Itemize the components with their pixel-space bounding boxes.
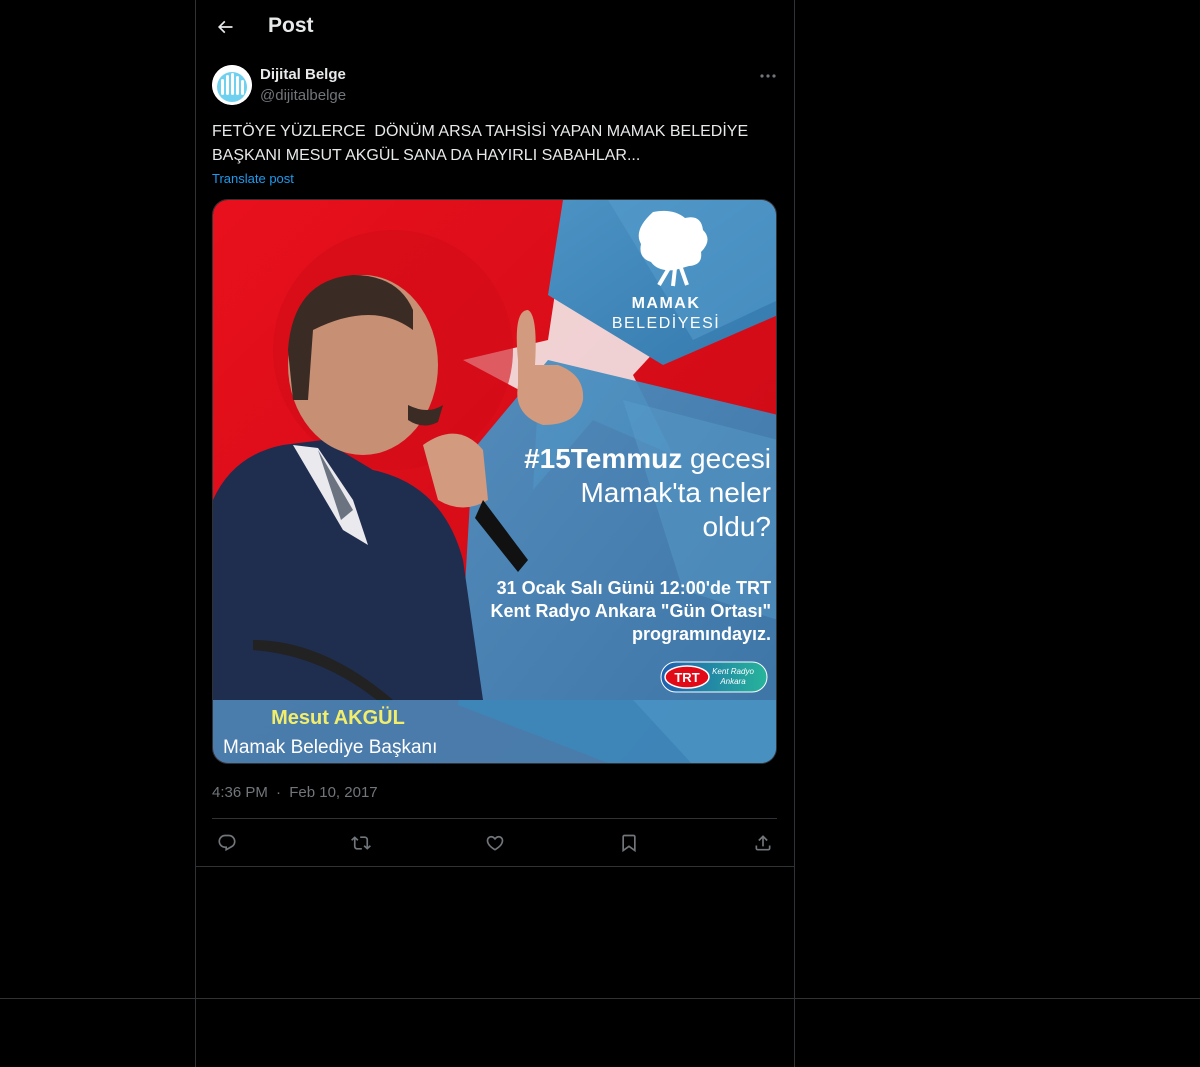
- share-icon: [755, 835, 771, 851]
- post-image-graphic: MAMAK BELEDİYESİ #15Temmuz gecesi Mamak'…: [213, 200, 776, 763]
- main-column-right-border: [794, 0, 795, 1067]
- like-button[interactable]: [480, 828, 510, 858]
- reply-button[interactable]: [212, 828, 242, 858]
- headline-hashtag: #15Temmuz: [524, 443, 682, 474]
- post-text: FETÖYE YÜZLERCE DÖNÜM ARSA TAHSİSİ YAPAN…: [212, 123, 749, 164]
- dijital-belge-logo-icon: [212, 65, 252, 105]
- post-date: Feb 10, 2017: [289, 784, 378, 801]
- arrow-left-icon: [217, 20, 233, 34]
- trt-sub1: Kent Radyo: [712, 667, 754, 676]
- repost-button[interactable]: [346, 828, 376, 858]
- timestamp-separator: ·: [276, 784, 282, 801]
- info-line2: Kent Radyo Ankara "Gün Ortası": [491, 601, 771, 621]
- page-bottom-divider: [0, 998, 1200, 999]
- translate-post-link[interactable]: Translate post: [212, 171, 294, 186]
- post-time: 4:36 PM: [212, 784, 268, 801]
- info-line1: 31 Ocak Salı Günü 12:00'de TRT: [497, 578, 771, 598]
- more-options-button[interactable]: [754, 66, 782, 86]
- repost-icon: [351, 836, 371, 850]
- logo-text-belediyesi: BELEDİYESİ: [612, 313, 720, 332]
- trt-logo: TRT Kent Radyo Ankara: [660, 661, 768, 693]
- headline-line3: oldu?: [702, 511, 771, 542]
- share-button[interactable]: [748, 828, 778, 858]
- info-line3: programındayız.: [632, 624, 771, 644]
- headline-line1: #15Temmuz gecesi: [524, 443, 771, 474]
- more-dots-icon: [760, 74, 776, 78]
- avatar[interactable]: [212, 65, 252, 105]
- bookmark-icon: [622, 834, 636, 853]
- like-icon: [486, 835, 504, 851]
- page-title: Post: [268, 14, 314, 37]
- trt-text: TRT: [674, 670, 699, 685]
- author-handle[interactable]: @dijitalbelge: [260, 87, 346, 104]
- post-timestamp[interactable]: 4:36 PM · Feb 10, 2017: [212, 784, 378, 801]
- headline-line2: Mamak'ta neler: [580, 477, 771, 508]
- headline-rest: gecesi: [682, 443, 771, 474]
- trt-sub2: Ankara: [719, 677, 746, 686]
- back-button[interactable]: [208, 10, 242, 44]
- post-bottom-divider: [196, 866, 794, 867]
- reply-icon: [218, 834, 236, 852]
- main-column-left-border: [195, 0, 196, 1067]
- person-title: Mamak Belediye Başkanı: [223, 737, 437, 758]
- post-header: Post: [196, 0, 794, 55]
- logo-text-mamak: MAMAK: [632, 295, 701, 312]
- post-image[interactable]: MAMAK BELEDİYESİ #15Temmuz gecesi Mamak'…: [212, 199, 777, 764]
- bookmark-button[interactable]: [614, 828, 644, 858]
- person-name: Mesut AKGÜL: [271, 706, 405, 729]
- author-name[interactable]: Dijital Belge: [260, 66, 346, 83]
- timestamp-divider: [212, 818, 777, 819]
